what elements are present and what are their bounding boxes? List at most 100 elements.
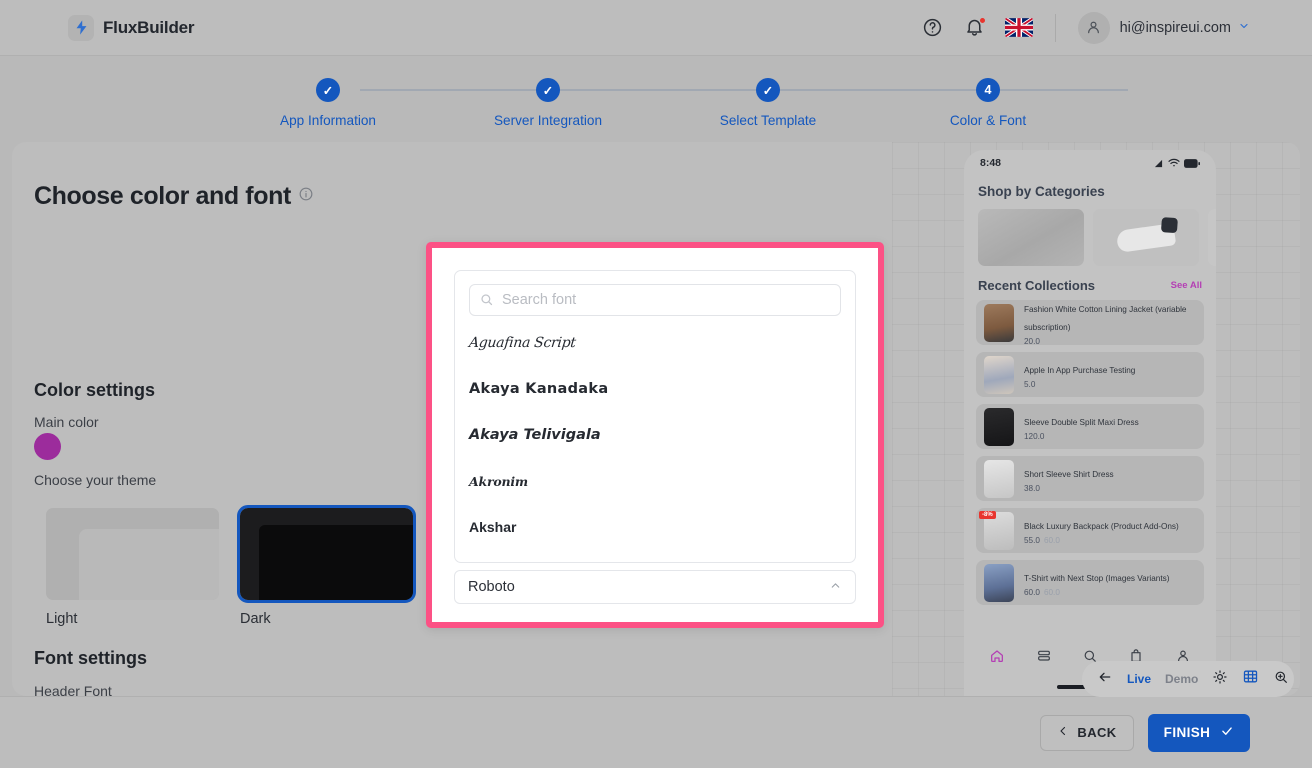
- step-select-template[interactable]: ✓ Select Template: [678, 78, 858, 128]
- info-icon[interactable]: [299, 187, 313, 206]
- category-card-shoe[interactable]: [1093, 209, 1199, 266]
- product-name: T-Shirt with Next Stop (Images Variants): [1024, 574, 1170, 583]
- price-current: 20.0: [1024, 337, 1040, 346]
- theme-option-light[interactable]: Light: [46, 508, 219, 627]
- recent-collections-header: Recent Collections See All: [964, 266, 1216, 293]
- product-list-item[interactable]: Short Sleeve Shirt Dress 38.0: [976, 456, 1204, 501]
- font-options-list: Aguafina Script Akaya Kanadaka Akaya Tel…: [454, 270, 856, 563]
- price-current: 60.0: [1024, 588, 1040, 597]
- font-option-akronim[interactable]: Akronim: [469, 458, 841, 504]
- price-original: 60.0: [1043, 536, 1060, 545]
- chevron-left-icon: [1057, 725, 1069, 740]
- wizard-stepper: ✓ App Information ✓ Server Integration ✓…: [0, 56, 1312, 144]
- preview-toolbar: Live Demo: [1082, 661, 1294, 697]
- product-name: Black Luxury Backpack (Product Add-Ons): [1024, 522, 1179, 531]
- step-label: App Information: [280, 113, 376, 128]
- finish-button[interactable]: FINISH: [1148, 713, 1250, 752]
- theme-label: Light: [46, 611, 78, 627]
- product-thumbnail: [984, 355, 1014, 394]
- fluxbuilder-logo-icon: [68, 14, 94, 41]
- avatar: [1077, 11, 1110, 44]
- font-settings-heading: Font settings: [34, 648, 147, 668]
- font-option-akaya-kanadaka[interactable]: Akaya Kanadaka: [469, 366, 841, 412]
- phone-preview: 8:48 Shop by Categories Recent Collectio…: [964, 150, 1216, 696]
- font-option-akshar[interactable]: Akshar: [469, 504, 841, 550]
- page-root: FluxBuilder hi@inspireui.com ✓ App Infor…: [0, 0, 1312, 768]
- category-carousel[interactable]: [964, 199, 1216, 266]
- zoom-in-icon[interactable]: [1273, 669, 1289, 690]
- font-dropdown: Aguafina Script Akaya Kanadaka Akaya Tel…: [432, 248, 878, 622]
- header-actions: hi@inspireui.com: [921, 11, 1250, 44]
- uk-flag-icon[interactable]: [1004, 16, 1033, 40]
- product-list-item[interactable]: Sleeve Double Split Maxi Dress 120.0: [976, 404, 1204, 449]
- check-icon: [1220, 724, 1234, 741]
- toolbar-demo-tab[interactable]: Demo: [1165, 672, 1198, 686]
- theme-label: Dark: [240, 611, 271, 627]
- user-menu[interactable]: hi@inspireui.com: [1077, 11, 1250, 44]
- tab-home-icon[interactable]: [989, 648, 1005, 669]
- choose-theme-text: Choose your theme: [34, 472, 157, 488]
- search-input[interactable]: [469, 284, 841, 316]
- font-option-aguafina-script[interactable]: Aguafina Script: [467, 320, 844, 366]
- product-thumbnail: [984, 563, 1014, 602]
- back-button[interactable]: BACK: [1040, 714, 1134, 751]
- main-color-label: Main color: [34, 414, 99, 430]
- theme-preview-light: [46, 508, 219, 600]
- user-email: hi@inspireui.com: [1119, 19, 1231, 36]
- page-title: Choose color and font: [34, 182, 313, 211]
- step-color-and-font[interactable]: 4 Color & Font: [898, 78, 1078, 128]
- product-list-item[interactable]: Fashion White Cotton Lining Jacket (vari…: [976, 300, 1204, 346]
- search-icon: [479, 292, 494, 312]
- grid-icon[interactable]: [1242, 668, 1259, 690]
- product-name: Apple In App Purchase Testing: [1024, 366, 1136, 375]
- header-font-label: Header Font: [34, 683, 112, 696]
- main-color-swatch[interactable]: [34, 433, 61, 460]
- toolbar-live-tab[interactable]: Live: [1127, 672, 1151, 686]
- product-list-item[interactable]: Apple In App Purchase Testing 5.0: [976, 352, 1204, 397]
- font-search: [469, 284, 841, 316]
- product-list-item[interactable]: T-Shirt with Next Stop (Images Variants)…: [976, 560, 1204, 605]
- product-list-item[interactable]: -8% Black Luxury Backpack (Product Add-O…: [976, 508, 1204, 553]
- chevron-up-icon[interactable]: [829, 579, 842, 596]
- bell-icon[interactable]: [963, 16, 987, 40]
- phone-status-bar: 8:48: [964, 150, 1216, 176]
- see-all-link[interactable]: See All: [1171, 280, 1202, 291]
- theme-preview-dark: [237, 505, 416, 603]
- category-card-partial[interactable]: [1208, 209, 1216, 266]
- theme-option-dark[interactable]: Dark: [237, 505, 416, 627]
- product-price: 38.0: [1024, 484, 1114, 493]
- product-price: 55.0 60.0: [1024, 536, 1179, 545]
- product-name: Fashion White Cotton Lining Jacket (vari…: [1024, 305, 1187, 332]
- product-price: 60.0 60.0: [1024, 588, 1169, 597]
- step-app-information[interactable]: ✓ App Information: [238, 78, 418, 128]
- help-circle-icon[interactable]: [921, 16, 945, 40]
- font-select-value: Roboto: [468, 579, 515, 595]
- product-thumbnail: [984, 407, 1014, 446]
- step-server-integration[interactable]: ✓ Server Integration: [458, 78, 638, 128]
- status-icons: [1153, 158, 1200, 168]
- signal-icon: [1154, 159, 1163, 167]
- app-header: FluxBuilder hi@inspireui.com: [0, 0, 1312, 56]
- sun-icon[interactable]: [1212, 669, 1228, 690]
- stepper-steps: ✓ App Information ✓ Server Integration ✓…: [248, 78, 1128, 138]
- back-arrow-icon[interactable]: [1097, 669, 1113, 690]
- font-dropdown-highlight: Aguafina Script Akaya Kanadaka Akaya Tel…: [426, 242, 884, 628]
- finish-button-label: FINISH: [1163, 725, 1211, 740]
- product-list: Fashion White Cotton Lining Jacket (vari…: [964, 293, 1216, 605]
- font-select-field[interactable]: Roboto: [454, 570, 856, 604]
- product-name: Short Sleeve Shirt Dress: [1024, 470, 1114, 479]
- price-current: 55.0: [1024, 536, 1040, 545]
- chevron-down-icon[interactable]: [1238, 20, 1250, 35]
- product-thumbnail: [984, 459, 1014, 498]
- step-marker: ✓: [756, 78, 780, 102]
- product-thumbnail: [984, 303, 1014, 342]
- theme-options: Light Dark: [46, 505, 416, 627]
- notification-dot: [978, 16, 986, 24]
- brand[interactable]: FluxBuilder: [68, 14, 195, 41]
- choose-theme-label: Choose your theme: [34, 472, 156, 488]
- tab-categories-icon[interactable]: [1036, 648, 1052, 669]
- step-label: Select Template: [719, 113, 817, 128]
- font-option-akaya-telivigala[interactable]: Akaya Telivigala: [469, 412, 841, 458]
- category-card-shirt[interactable]: [978, 209, 1084, 266]
- header-divider: [1054, 13, 1056, 42]
